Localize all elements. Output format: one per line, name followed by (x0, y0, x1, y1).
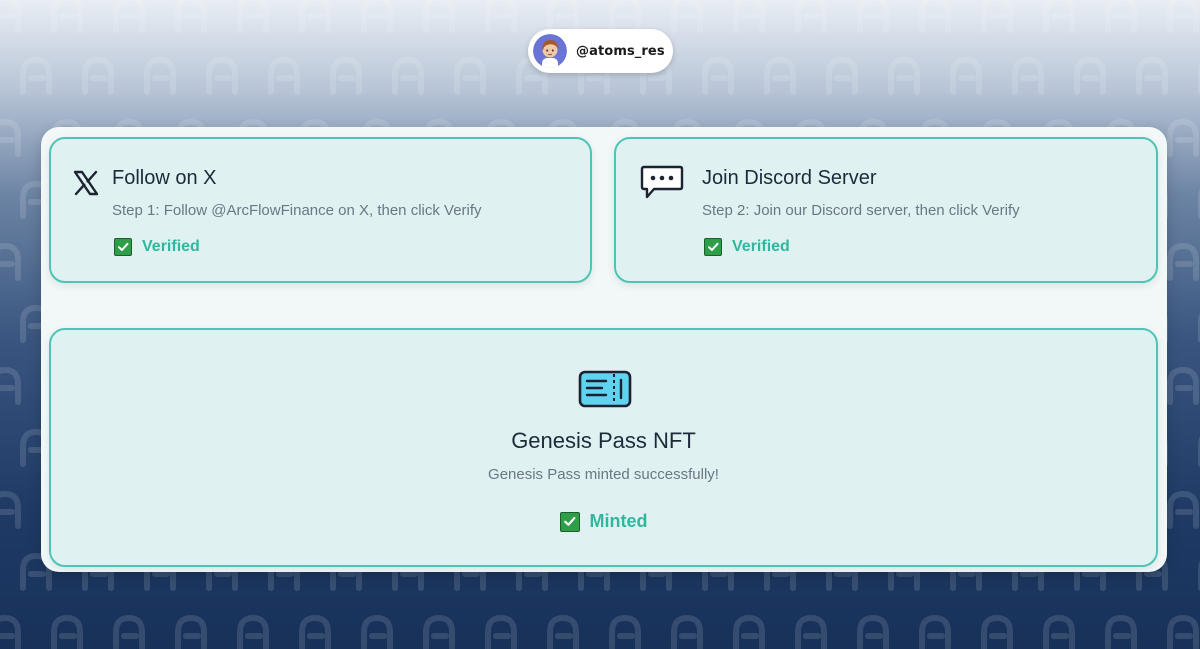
background-logo-mark (609, 0, 641, 33)
task-description: Step 2: Join our Discord server, then cl… (702, 202, 1020, 219)
background-logo-mark (392, 56, 424, 95)
checkmark-icon (704, 238, 722, 256)
background-logo-mark (51, 0, 83, 33)
background-logo-mark (1167, 118, 1199, 157)
background-logo-mark (733, 614, 765, 649)
status-label: Verified (142, 238, 200, 255)
background-logo-mark (361, 0, 393, 33)
background-logo-mark (113, 0, 145, 33)
background-logo-mark (764, 56, 796, 95)
background-logo-mark (175, 614, 207, 649)
background-logo-mark (268, 56, 300, 95)
background-logo-mark (0, 366, 21, 405)
status-label: Verified (732, 238, 790, 255)
profile-badge: @atoms_res (528, 29, 673, 73)
background-logo-mark (299, 0, 331, 33)
background-logo-mark (1043, 614, 1075, 649)
background-logo-mark (0, 118, 21, 157)
background-logo-mark (547, 0, 579, 33)
background-logo-mark (1043, 0, 1075, 33)
status-badge: Minted (51, 511, 1156, 532)
avatar-icon (533, 34, 567, 68)
task-description: Step 1: Follow @ArcFlowFinance on X, the… (112, 202, 482, 219)
task-title: Follow on X (112, 167, 217, 189)
task-card-follow-x[interactable]: Follow on X Step 1: Follow @ArcFlowFinan… (49, 137, 592, 283)
status-badge: Verified (114, 238, 200, 256)
background-logo-mark (981, 614, 1013, 649)
background-logo-mark (1105, 0, 1137, 33)
background-logo-mark (423, 0, 455, 33)
background-logo-mark (547, 614, 579, 649)
background-logo-mark (237, 0, 269, 33)
task-card-join-discord[interactable]: Join Discord Server Step 2: Join our Dis… (614, 137, 1158, 283)
ticket-icon (578, 370, 632, 408)
background-logo-mark (888, 56, 920, 95)
background-logo-mark (1074, 56, 1106, 95)
background-logo-mark (51, 614, 83, 649)
background-logo-mark (1136, 56, 1168, 95)
background-logo-mark (0, 242, 21, 281)
checkmark-icon (114, 238, 132, 256)
background-logo-mark (423, 614, 455, 649)
background-logo-mark (1167, 0, 1199, 33)
background-logo-mark (950, 56, 982, 95)
background-logo-mark (299, 614, 331, 649)
background-logo-mark (485, 0, 517, 33)
background-logo-mark (857, 614, 889, 649)
background-logo-mark (1105, 614, 1137, 649)
background-logo-mark (361, 614, 393, 649)
background-logo-mark (330, 56, 362, 95)
background-logo-mark (1012, 56, 1044, 95)
task-title: Join Discord Server (702, 167, 877, 189)
background-logo-mark (795, 0, 827, 33)
x-logo-icon (73, 170, 99, 196)
background-logo-mark (0, 614, 21, 649)
background-logo-mark (1167, 242, 1199, 281)
background-logo-mark (919, 0, 951, 33)
background-logo-mark (981, 0, 1013, 33)
background-logo-mark (609, 614, 641, 649)
profile-handle: @atoms_res (576, 43, 665, 59)
background-logo-mark (20, 56, 52, 95)
background-logo-mark (0, 0, 21, 33)
background-logo-mark (0, 490, 21, 529)
chat-bubble-icon (640, 165, 684, 199)
background-logo-mark (454, 56, 486, 95)
nft-description: Genesis Pass minted successfully! (488, 466, 719, 483)
background-logo-mark (671, 614, 703, 649)
background-logo-mark (485, 614, 517, 649)
background-logo-mark (702, 56, 734, 95)
background-logo-mark (1167, 614, 1199, 649)
background-logo-mark (795, 614, 827, 649)
status-label: Minted (589, 511, 648, 531)
checkmark-icon (559, 511, 580, 532)
background-logo-mark (237, 614, 269, 649)
nft-card-genesis-pass: Genesis Pass NFT Genesis Pass minted suc… (49, 328, 1158, 567)
background-logo-mark (1167, 366, 1199, 405)
background-logo-mark (144, 56, 176, 95)
background-logo-mark (671, 0, 703, 33)
background-logo-mark (826, 56, 858, 95)
background-logo-mark (113, 614, 145, 649)
background-logo-mark (206, 56, 238, 95)
background-logo-mark (175, 0, 207, 33)
background-logo-mark (733, 0, 765, 33)
nft-title: Genesis Pass NFT (511, 428, 696, 453)
background-logo-mark (82, 56, 114, 95)
status-badge: Verified (704, 238, 790, 256)
background-logo-mark (919, 614, 951, 649)
background-logo-mark (1167, 490, 1199, 529)
background-logo-mark (857, 0, 889, 33)
